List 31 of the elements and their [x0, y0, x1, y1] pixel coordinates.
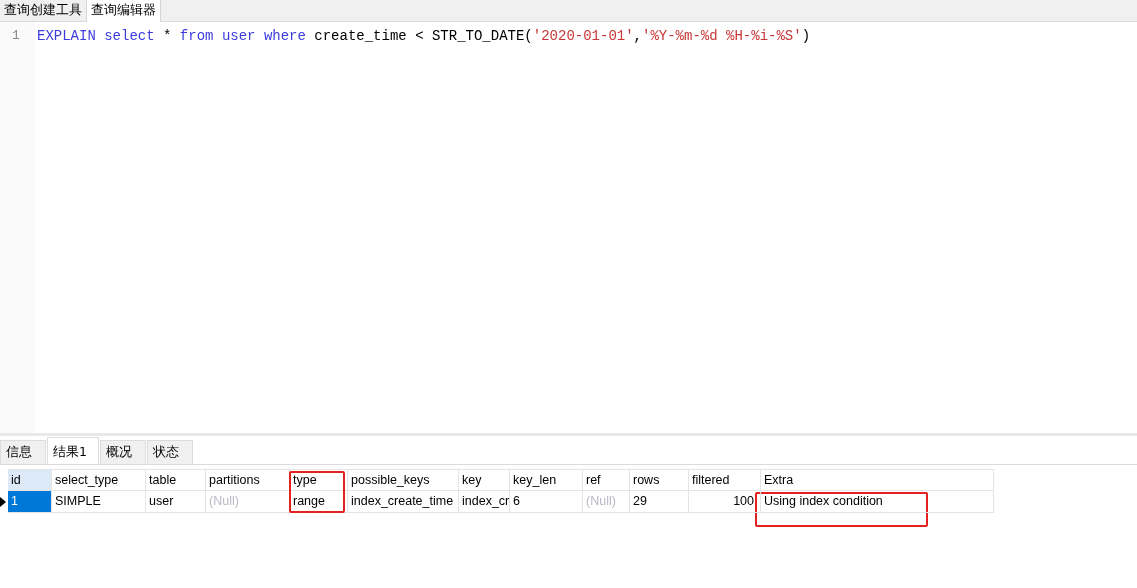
table-cell: user: [146, 491, 206, 513]
table-cell: Using index condition: [761, 491, 994, 513]
table-cell: SIMPLE: [52, 491, 146, 513]
column-header[interactable]: table: [146, 469, 206, 491]
column-header[interactable]: filtered: [689, 469, 761, 491]
tab[interactable]: 信息: [0, 440, 46, 464]
table-cell: 29: [630, 491, 689, 513]
table-cell: 100: [689, 491, 761, 513]
column-header[interactable]: id: [8, 469, 52, 491]
table-cell: (Null): [583, 491, 630, 513]
column-header[interactable]: key_len: [510, 469, 583, 491]
line-number: 1: [11, 28, 21, 43]
column-header[interactable]: rows: [630, 469, 689, 491]
column-header[interactable]: select_type: [52, 469, 146, 491]
column-header[interactable]: type: [290, 469, 348, 491]
column-header[interactable]: possible_keys: [348, 469, 459, 491]
tab[interactable]: 结果1: [47, 437, 99, 464]
table-cell: 1: [8, 491, 52, 513]
tab[interactable]: 状态: [147, 440, 193, 464]
table-cell: (Null): [206, 491, 290, 513]
table-cell: index_create_time: [348, 491, 459, 513]
tab[interactable]: 查询编辑器: [87, 0, 161, 22]
table-cell: 6: [510, 491, 583, 513]
code-line: EXPLAIN select * from user where create_time < STR_TO_DATE('2020-01-01','%Y-%m-%d %H-%i-%S'): [37, 28, 812, 44]
column-header[interactable]: key: [459, 469, 510, 491]
column-header[interactable]: partitions: [206, 469, 290, 491]
table-cell: index_cr: [459, 491, 510, 513]
column-header[interactable]: Extra: [761, 469, 994, 491]
column-header[interactable]: ref: [583, 469, 630, 491]
tab[interactable]: 概况: [100, 440, 146, 464]
table-cell: range: [290, 491, 348, 513]
